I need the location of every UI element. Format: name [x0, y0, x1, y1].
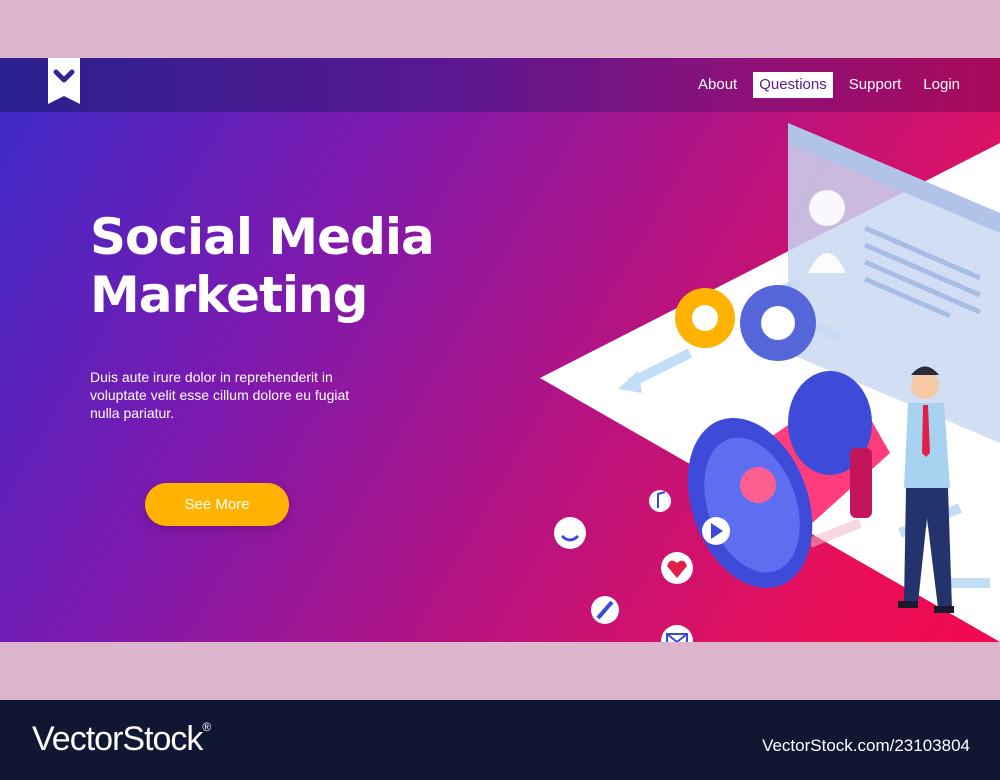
hero-title-line2: Marketing — [90, 266, 368, 324]
nav-about-link[interactable]: About — [692, 72, 743, 98]
hero-description: Duis aute irure dolor in reprehenderit i… — [90, 369, 350, 421]
nav-login-link[interactable]: Login — [917, 72, 966, 98]
heart-icon — [661, 552, 693, 584]
social-media-illustration — [540, 123, 1000, 642]
brand-logo: VectorStock® — [32, 720, 211, 759]
hero-title-line1: Social Media — [90, 208, 435, 266]
smiley-icon — [554, 517, 586, 549]
landing-page: About Questions Support Login Social Med… — [0, 58, 1000, 642]
hero-title: Social Media Marketing — [90, 208, 470, 324]
nav-support-link[interactable]: Support — [843, 72, 908, 98]
nav-questions-link[interactable]: Questions — [753, 72, 833, 98]
top-band — [0, 0, 1000, 58]
brand-registered-mark: ® — [202, 720, 211, 734]
see-more-button[interactable]: See More — [145, 483, 289, 526]
pencil-icon — [591, 596, 619, 624]
mail-icon — [661, 625, 693, 642]
brand-name: VectorStock — [32, 720, 203, 758]
music-note-icon — [649, 490, 671, 512]
stock-id: VectorStock.com/23103804 — [762, 736, 970, 755]
nav-links: About Questions Support Login — [692, 72, 966, 98]
chevron-down-bookmark-icon[interactable] — [48, 58, 80, 104]
navbar: About Questions Support Login — [0, 58, 1000, 112]
footer-bar: VectorStock® VectorStock.com/23103804 — [0, 700, 1000, 780]
play-icon — [702, 517, 730, 545]
